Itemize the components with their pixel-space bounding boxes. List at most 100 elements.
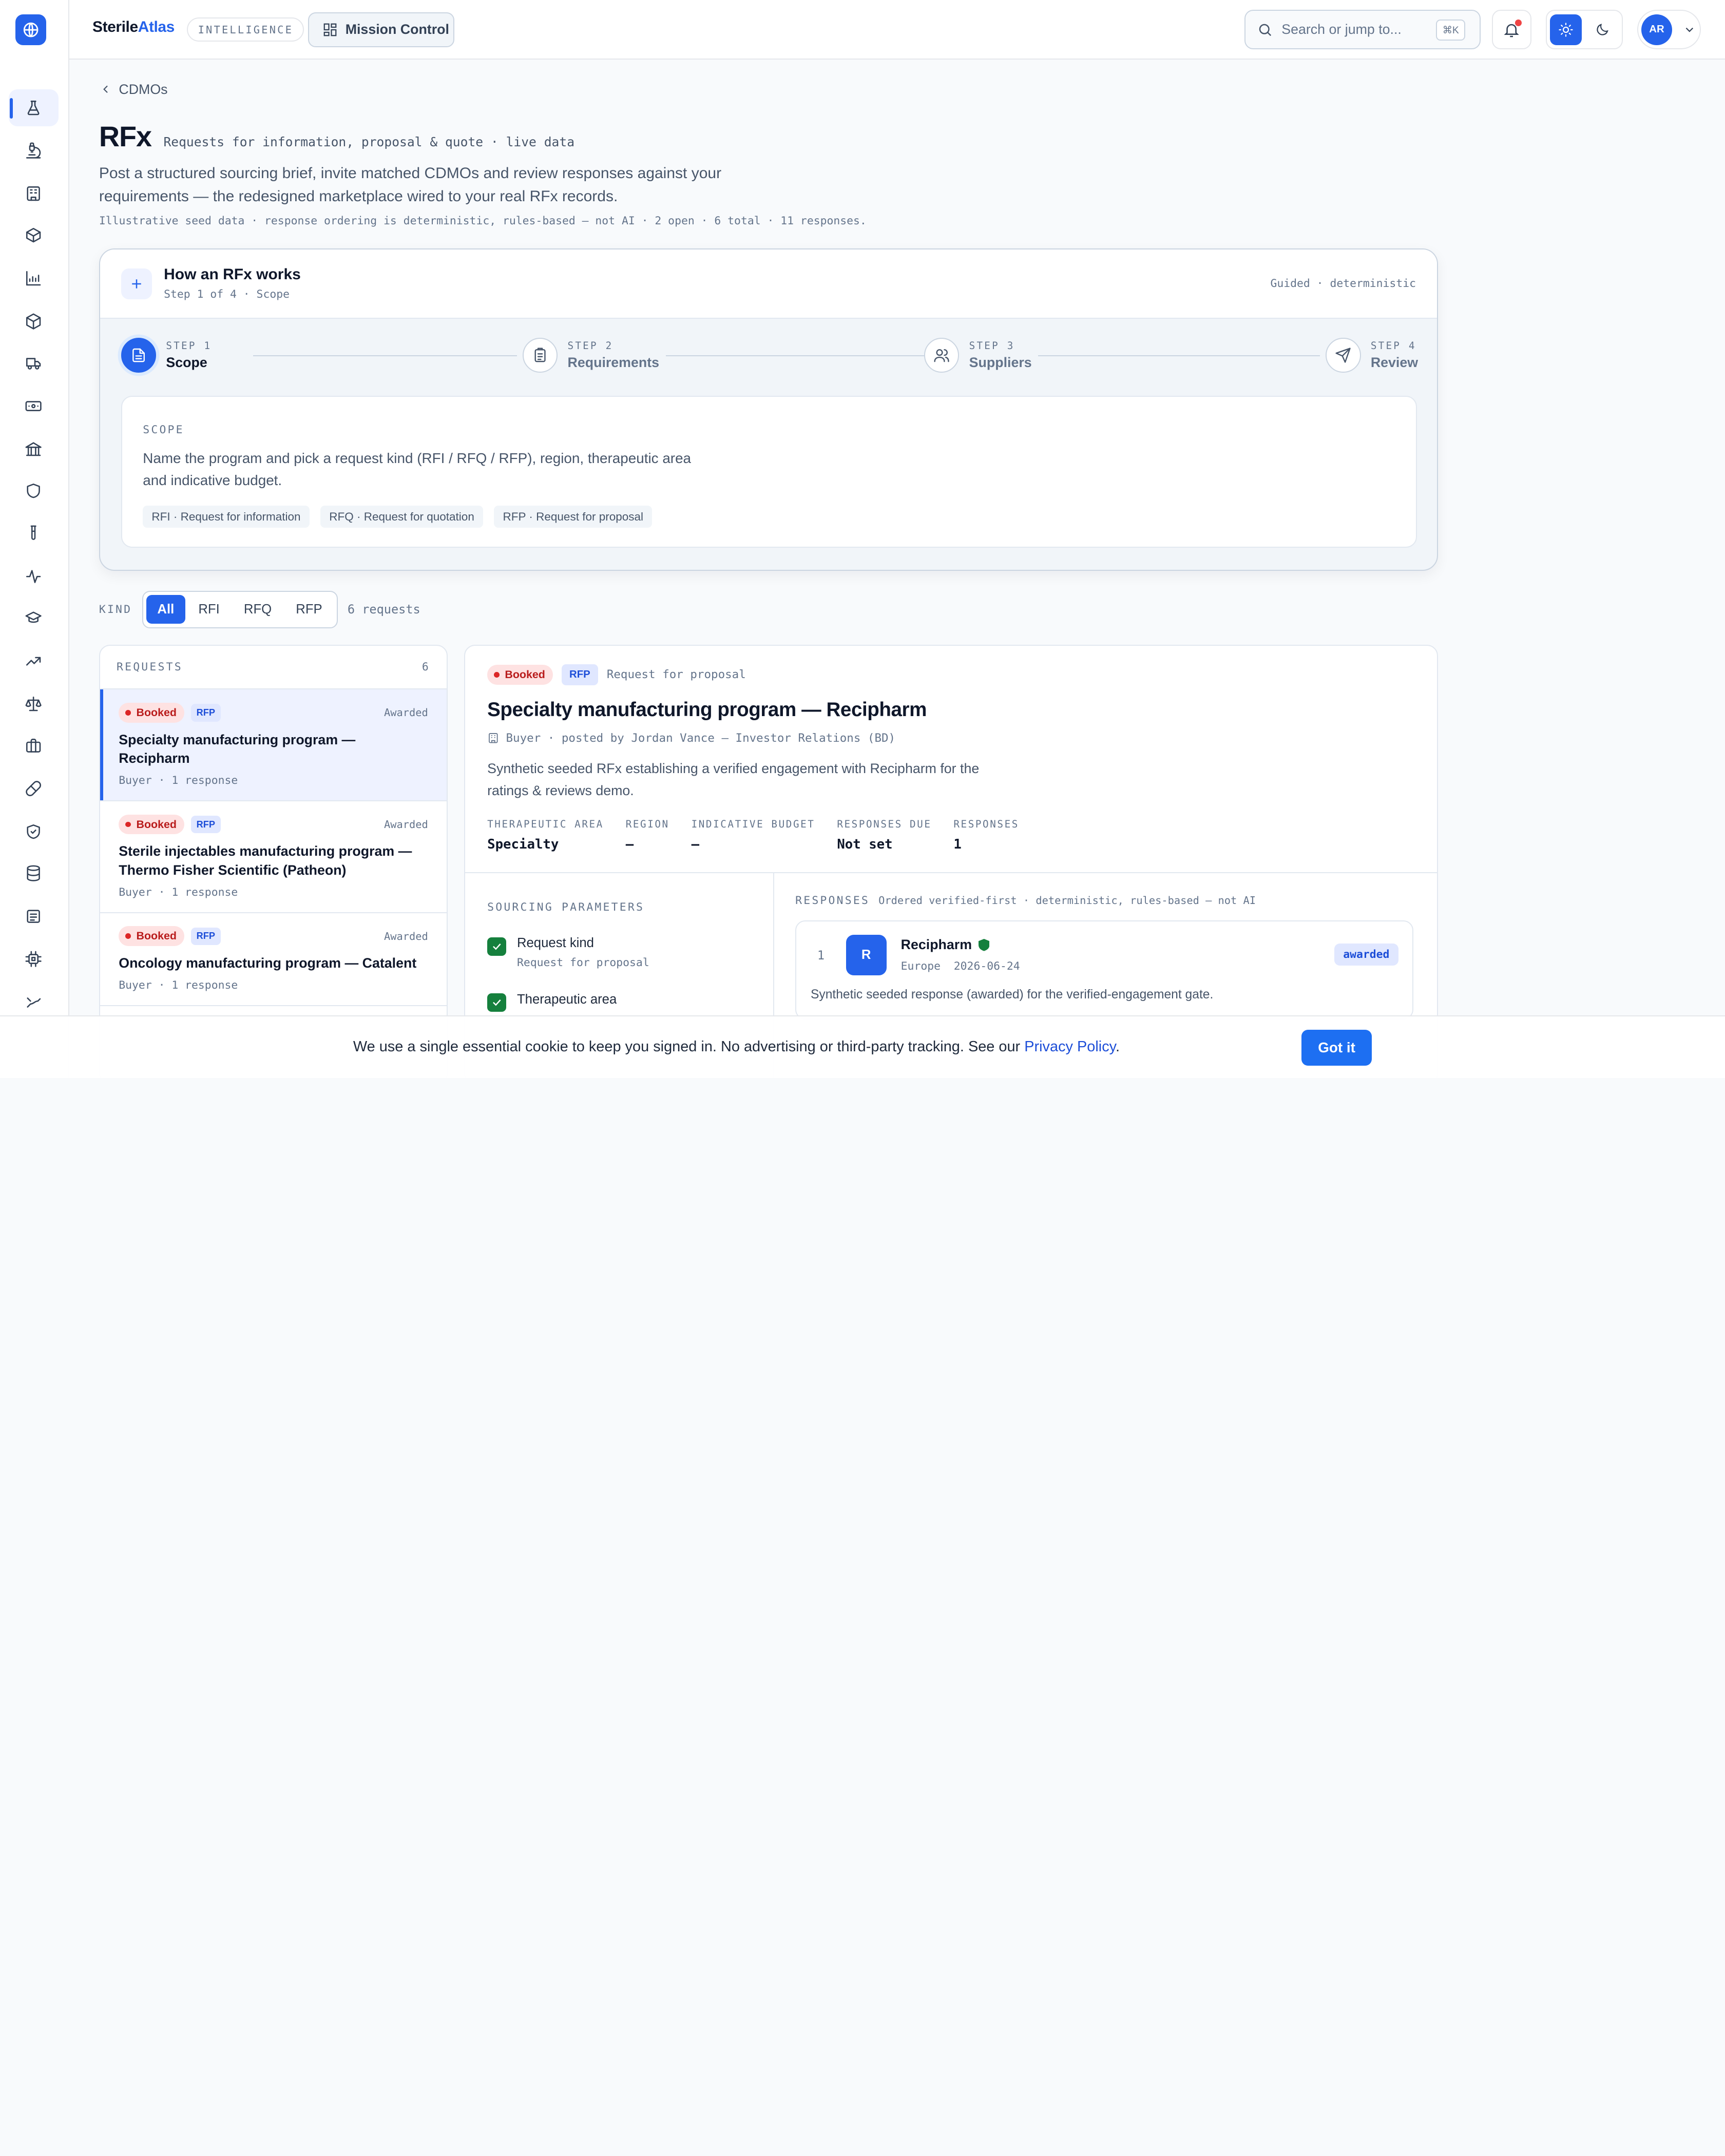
theme-toggle: [1545, 10, 1623, 50]
stepper: STEP 1 Scope STEP 2 Requirements STEP 3 Sup…: [121, 337, 1425, 375]
microscope-icon[interactable]: [9, 132, 58, 169]
requests-header: REQUESTS 6: [100, 646, 447, 690]
supplier-name: Recipharm: [901, 937, 990, 953]
kind-rfq-button[interactable]: RFQ: [233, 595, 282, 624]
response-text: Synthetic seeded response (awarded) for …: [810, 987, 1214, 1002]
status-badge: Booked: [119, 814, 185, 835]
check-icon: [487, 993, 506, 1012]
box-icon[interactable]: [9, 217, 58, 254]
banknote-icon[interactable]: [9, 387, 58, 425]
shield-icon[interactable]: [9, 472, 58, 509]
sourcing-parameters-heading: SOURCING PARAMETERS: [487, 900, 645, 914]
chip-rfp[interactable]: RFP · Request for proposal: [494, 506, 653, 528]
step-suppliers[interactable]: STEP 3 Suppliers: [924, 337, 1039, 373]
plus-icon[interactable]: [121, 268, 152, 299]
globe-logo-icon[interactable]: [15, 14, 46, 45]
requests-list: REQUESTS 6 Booked RFP Awarded Specialty …: [99, 644, 448, 1078]
mission-control-button[interactable]: Mission Control: [308, 12, 454, 48]
dark-theme-button[interactable]: [1586, 14, 1618, 45]
list-item[interactable]: Booked RFP Awarded Oncology manufacturin…: [100, 913, 447, 1006]
test-tube-icon[interactable]: [9, 515, 58, 552]
graduation-icon[interactable]: [9, 600, 58, 637]
got-it-button[interactable]: Got it: [1301, 1029, 1372, 1066]
document-icon: [121, 337, 157, 373]
status-badge: Booked: [119, 926, 185, 946]
page-subtitle: Requests for information, proposal & quo…: [163, 134, 575, 149]
briefcase-icon[interactable]: [9, 727, 58, 764]
send-icon: [1325, 337, 1361, 373]
detail-buyer: Buyer · posted by Jordan Vance — Investo…: [487, 732, 895, 745]
search-input[interactable]: Search or jump to... ⌘K: [1244, 10, 1481, 50]
shield-check-icon[interactable]: [9, 813, 58, 851]
truck-icon[interactable]: [9, 344, 58, 382]
param-request-kind: Request kind Request for proposal: [487, 936, 649, 969]
check-icon: [487, 937, 506, 956]
param-therapeutic-area: Therapeutic area: [487, 992, 617, 1012]
chevron-left-icon: [103, 85, 108, 93]
route-icon[interactable]: [9, 983, 58, 1020]
sun-icon: [1559, 23, 1573, 37]
step-name: Scope: [166, 355, 207, 371]
brand-logo[interactable]: SterileAtlas: [92, 18, 175, 36]
search-icon: [1259, 24, 1272, 36]
detail-badges: Booked RFP Request for proposal: [487, 664, 746, 685]
request-meta: Buyer · 1 response: [119, 979, 238, 992]
step-name: Suppliers: [969, 355, 1032, 371]
step-connector: [660, 355, 924, 357]
request-meta: Buyer · 1 response: [119, 886, 238, 899]
fact-responses-due: RESPONSES DUE Not set: [837, 818, 932, 852]
light-theme-button[interactable]: [1550, 14, 1582, 45]
kind-count: 6 requests: [347, 602, 420, 617]
avatar: AR: [1641, 14, 1672, 45]
notification-dot: [1515, 20, 1522, 27]
how-mode: Guided · deterministic: [1270, 277, 1416, 290]
bank-icon[interactable]: [9, 430, 58, 468]
kind-badge: RFP: [190, 704, 221, 722]
step-review[interactable]: STEP 4 Review: [1325, 337, 1425, 373]
how-header: How an RFx works Step 1 of 4 · Scope Gui…: [100, 249, 1437, 319]
ledger-icon[interactable]: [9, 898, 58, 935]
kind-rfi-button[interactable]: RFI: [187, 595, 231, 624]
how-rfx-works-card: How an RFx works Step 1 of 4 · Scope Gui…: [99, 248, 1438, 571]
response-rank: 1: [817, 948, 825, 962]
database-icon[interactable]: [9, 855, 58, 892]
cube-icon[interactable]: [9, 302, 58, 340]
list-item[interactable]: Booked RFP Awarded Sterile injectables m…: [100, 801, 447, 913]
status-badge: Booked: [119, 703, 185, 723]
user-menu[interactable]: AR: [1637, 10, 1701, 50]
privacy-policy-link[interactable]: Privacy Policy: [1024, 1038, 1116, 1055]
chevron-down-icon: [1686, 27, 1694, 32]
list-item[interactable]: Booked RFP Awarded Specialty manufacturi…: [100, 689, 447, 802]
clipboard-icon: [522, 337, 558, 373]
responses-header: RESPONSES Ordered verified-first · deter…: [795, 894, 1256, 907]
top-bar: SterileAtlas INTELLIGENCE Mission Contro…: [69, 0, 1725, 60]
activity-icon[interactable]: [9, 557, 58, 595]
request-title: Oncology manufacturing program — Catalen…: [119, 955, 417, 971]
cpu-icon[interactable]: [9, 940, 58, 978]
chart-icon[interactable]: [9, 260, 58, 297]
step-scope[interactable]: STEP 1 Scope: [121, 337, 219, 373]
building-icon[interactable]: [9, 175, 58, 213]
kind-filter: KIND All RFI RFQ RFP 6 requests: [99, 590, 420, 628]
step-connector: [253, 355, 517, 357]
pill-icon[interactable]: [9, 770, 58, 807]
chip-rfi[interactable]: RFI · Request for information: [143, 506, 310, 528]
scope-description: Name the program and pick a request kind…: [143, 450, 692, 488]
kind-badge: RFP: [190, 927, 221, 945]
fact-indicative-budget: INDICATIVE BUDGET —: [691, 818, 815, 852]
scale-icon[interactable]: [9, 685, 58, 723]
kind-all-button[interactable]: All: [146, 595, 185, 624]
intelligence-badge: INTELLIGENCE: [187, 17, 304, 42]
trending-icon[interactable]: [9, 642, 58, 680]
responses-heading: RESPONSES: [795, 894, 870, 907]
step-requirements[interactable]: STEP 2 Requirements: [522, 337, 666, 373]
response-card[interactable]: 1 R Recipharm Europe 2026-06-24 awarded …: [795, 920, 1414, 1020]
breadcrumb[interactable]: CDMOs: [99, 82, 168, 98]
building-icon: [489, 733, 498, 743]
kind-rfp-button[interactable]: RFP: [285, 595, 333, 624]
chip-rfq[interactable]: RFQ · Request for quotation: [320, 506, 483, 528]
awarded-badge: awarded: [1334, 944, 1398, 966]
flask-icon[interactable]: [9, 89, 59, 127]
request-state: Awarded: [384, 706, 428, 719]
notifications-button[interactable]: [1491, 10, 1531, 50]
